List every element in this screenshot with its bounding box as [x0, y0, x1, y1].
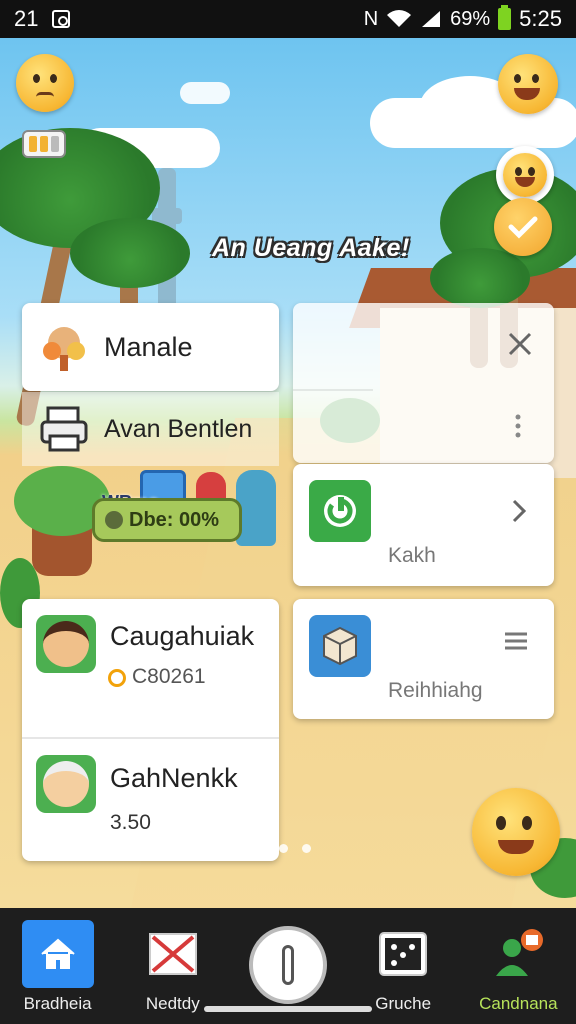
battery-percent: 69% — [450, 7, 491, 30]
page-indicator — [256, 844, 311, 853]
crossed-card-icon — [137, 920, 209, 988]
screenshot-icon — [52, 10, 71, 28]
progress-pill[interactable]: Dbe: 00% — [92, 498, 242, 542]
page-dot[interactable] — [279, 844, 288, 853]
nav-label: Nedtdy — [145, 994, 200, 1013]
person-figure — [236, 470, 276, 546]
palm-leaves — [430, 248, 530, 308]
menu-icon[interactable] — [503, 631, 529, 651]
home-indicator — [204, 1006, 372, 1012]
app-icon-reihhiahg — [309, 615, 371, 677]
nav-item-home[interactable]: Bradheia — [3, 908, 113, 1014]
nav-item-gruche[interactable]: Gruche — [348, 908, 458, 1014]
progress-pill-text: Dbe: 00% — [129, 508, 220, 531]
home-icon — [21, 920, 94, 988]
status-left-text: 21 — [14, 6, 39, 31]
contact-name: Caugahuiak — [110, 621, 255, 651]
laughing-emoji-icon[interactable] — [498, 54, 558, 114]
avatar-button[interactable] — [496, 146, 554, 204]
box-icon — [323, 626, 357, 666]
nfc-icon: N — [363, 7, 379, 30]
check-button[interactable] — [494, 198, 552, 256]
contact-value: 3.50 — [110, 811, 151, 834]
nav-item-center[interactable] — [233, 908, 343, 1004]
app-card-reihhiahg[interactable]: Reihhiahg — [293, 599, 554, 719]
nav-label: Gruche — [375, 994, 432, 1013]
check-icon — [508, 216, 538, 239]
menu-item-label: Avan Bentlen — [104, 414, 253, 443]
more-vertical-icon[interactable] — [513, 413, 523, 439]
gear-icon — [105, 511, 123, 529]
contacts-card: Caugahuiak C80261 GahNenkk 3.50 — [22, 599, 279, 861]
scene-headline: An Ueang Aake! — [212, 234, 410, 262]
sad-emoji-icon[interactable] — [16, 54, 74, 112]
contact-row[interactable]: GahNenkk 3.50 — [22, 739, 279, 861]
close-icon[interactable] — [505, 329, 535, 359]
puppet-icon — [43, 327, 85, 371]
menu-card: Manale — [22, 303, 279, 391]
smiley-emoji-icon[interactable] — [472, 788, 560, 876]
page-dot[interactable] — [256, 844, 265, 853]
nav-label: Bradheia — [23, 994, 92, 1013]
nav-label: Candnana — [479, 994, 558, 1013]
coins-icon[interactable] — [22, 130, 66, 158]
nav-item-candnana[interactable]: Candnana — [463, 908, 573, 1014]
menu-item-row[interactable]: Avan Bentlen — [22, 392, 279, 466]
contact-value: C80261 — [132, 665, 206, 688]
palm-leaves — [70, 218, 190, 288]
overlay-panel — [293, 303, 554, 463]
coin-icon — [108, 669, 126, 687]
grin-face-icon — [503, 153, 547, 197]
page-dot[interactable] — [302, 844, 311, 853]
panel-divider — [293, 389, 373, 391]
chevron-right-icon[interactable] — [511, 498, 527, 524]
printer-icon — [40, 406, 88, 452]
app-label: Kakh — [388, 544, 436, 567]
wifi-icon — [387, 10, 412, 27]
contact-name: GahNenkk — [110, 763, 238, 793]
status-time: 5:25 — [519, 6, 562, 31]
user-share-icon — [482, 920, 554, 988]
battery-icon — [498, 5, 512, 30]
app-icon-kakh — [309, 480, 371, 542]
center-action-button[interactable] — [248, 926, 327, 1004]
cloud — [180, 82, 230, 104]
contact-row[interactable]: Caugahuiak C80261 — [22, 599, 279, 737]
avatar — [36, 615, 96, 673]
app-label: Reihhiahg — [388, 679, 483, 702]
dice-icon — [367, 920, 439, 988]
pill-icon — [281, 945, 294, 985]
app-card-kakh[interactable]: Kakh — [293, 464, 554, 586]
signal-icon — [422, 11, 441, 27]
status-bar: 21 N 69% 5:25 — [0, 0, 576, 38]
avatar — [36, 755, 96, 813]
refresh-icon — [324, 495, 356, 527]
nav-item-nedtdy[interactable]: Nedtdy — [118, 908, 228, 1014]
menu-item-label: Manale — [104, 331, 193, 362]
